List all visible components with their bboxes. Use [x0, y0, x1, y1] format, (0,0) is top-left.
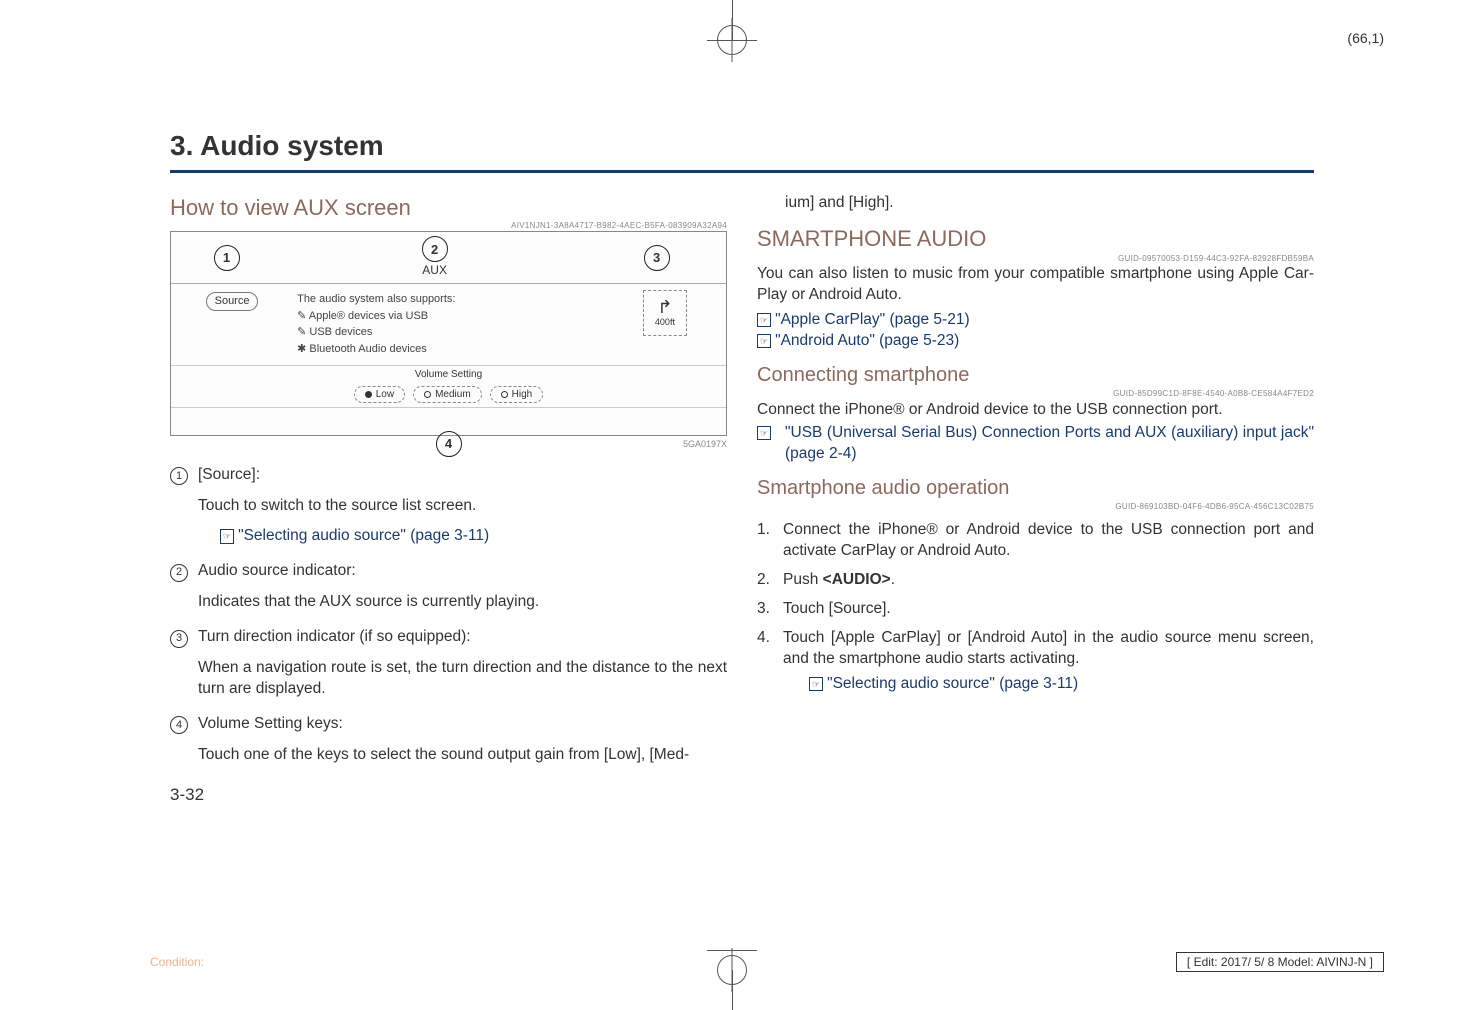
- carry-over-text: ium] and [High].: [757, 193, 1314, 214]
- aux-line-usb: ✎ USB devices: [297, 325, 600, 340]
- usb-link: "USB (Universal Serial Bus) Connection P…: [785, 423, 1314, 465]
- step-2: Push <AUDIO>.: [783, 570, 1314, 591]
- edit-info: [ Edit: 2017/ 5/ 8 Model: AIVINJ-N ]: [1176, 952, 1384, 972]
- step-num-4: 4.: [757, 628, 783, 670]
- aux-vol-low: Low: [354, 386, 405, 404]
- step-3: Touch [Source].: [783, 599, 1314, 620]
- carplay-link: "Apple CarPlay" (page 5-21): [775, 311, 970, 328]
- connecting-title: Connecting smartphone: [757, 362, 1314, 389]
- operation-guid: GUID-869103BD-04F6-4DB6-95CA-456C13C02B7…: [757, 502, 1314, 513]
- smartphone-audio-guid: GUID-09570053-D159-44C3-92FA-82928FDB59B…: [757, 254, 1314, 265]
- list-marker-4: 4: [170, 716, 188, 734]
- turn-arrow-icon: ↱: [657, 298, 672, 316]
- item-4-title: Volume Setting keys:: [198, 714, 727, 735]
- callout-1: 1: [214, 245, 240, 271]
- item-1-body: Touch to switch to the source list scree…: [198, 496, 727, 517]
- item-1-title: [Source]:: [198, 465, 727, 486]
- list-marker-1: 1: [170, 467, 188, 485]
- page-number-bottom: 3-32: [170, 784, 727, 807]
- item-2-body: Indicates that the AUX source is current…: [198, 592, 727, 613]
- aux-volume-label: Volume Setting: [171, 365, 726, 386]
- callout-4: 4: [436, 431, 462, 457]
- smartphone-audio-title: SMARTPHONE AUDIO: [757, 224, 1314, 254]
- howto-title: How to view AUX screen: [170, 193, 727, 223]
- aux-vol-high: High: [490, 386, 544, 404]
- step-num-3: 3.: [757, 599, 783, 620]
- connecting-body: Connect the iPhone® or Android device to…: [757, 400, 1314, 421]
- aux-turn-distance: 400ft: [655, 316, 675, 328]
- item-3-title: Turn direction indicator (if so equipped…: [198, 627, 727, 648]
- aux-source-button: Source: [206, 292, 259, 311]
- ref-icon: ☞: [757, 426, 771, 440]
- android-auto-link: "Android Auto" (page 5-23): [775, 332, 959, 349]
- item-1-link: "Selecting audio source" (page 3-11): [238, 527, 489, 544]
- item-4-body: Touch one of the keys to select the soun…: [198, 745, 727, 766]
- chapter-title: 3. Audio system: [170, 130, 1314, 162]
- operation-steps: 1.Connect the iPhone® or Android device …: [757, 520, 1314, 670]
- item-3-body: When a navigation route is set, the turn…: [198, 658, 727, 700]
- step-num-2: 2.: [757, 570, 783, 591]
- callout-2: 2: [422, 236, 448, 262]
- aux-line-bt: ✱ Bluetooth Audio devices: [297, 342, 600, 357]
- step-4: Touch [Apple CarPlay] or [Android Auto] …: [783, 628, 1314, 670]
- ref-icon: ☞: [757, 313, 771, 327]
- aux-screen-image: 1 2 AUX 3 Source The audio system also s…: [170, 231, 727, 436]
- aux-header: AUX: [422, 262, 447, 278]
- connecting-guid: GUID-85D99C1D-8F8E-4540-A0B8-CE584A4F7ED…: [757, 389, 1314, 400]
- ref-icon: ☞: [809, 677, 823, 691]
- callout-list: 1 [Source]: Touch to switch to the sourc…: [170, 465, 727, 766]
- operation-title: Smartphone audio operation: [757, 475, 1314, 502]
- page-number-top: (66,1): [1347, 30, 1384, 46]
- operation-link: "Selecting audio source" (page 3-11): [827, 675, 1078, 692]
- heading-rule: [170, 170, 1314, 173]
- aux-vol-medium: Medium: [413, 386, 482, 404]
- aux-line-apple: ✎ Apple® devices via USB: [297, 309, 600, 324]
- ref-icon: ☞: [220, 529, 234, 543]
- condition-label: Condition:: [150, 955, 204, 969]
- smartphone-audio-body: You can also listen to music from your c…: [757, 264, 1314, 306]
- item-2-title: Audio source indicator:: [198, 561, 727, 582]
- step-1: Connect the iPhone® or Android device to…: [783, 520, 1314, 562]
- ref-icon: ☞: [757, 334, 771, 348]
- list-marker-2: 2: [170, 564, 188, 582]
- aux-turn-indicator: ↱ 400ft: [643, 290, 687, 336]
- callout-3: 3: [644, 245, 670, 271]
- list-marker-3: 3: [170, 630, 188, 648]
- step-num-1: 1.: [757, 520, 783, 562]
- aux-supports-text: The audio system also supports:: [297, 292, 600, 307]
